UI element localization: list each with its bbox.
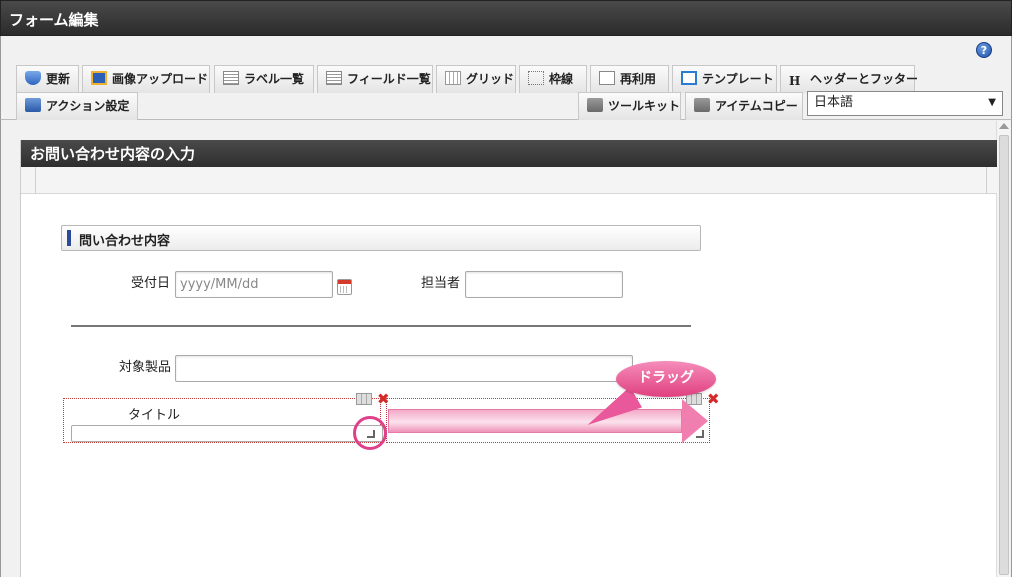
highlight-circle xyxy=(353,416,387,450)
product-label: 対象製品 xyxy=(119,360,172,375)
calendar-icon[interactable] xyxy=(337,279,352,295)
received-date-field[interactable]: yyyy/MM/dd xyxy=(175,271,333,298)
assignee-field[interactable] xyxy=(465,271,623,298)
header-footer-icon: H xyxy=(789,74,801,88)
section-heading[interactable]: 問い合わせ内容 xyxy=(61,225,701,251)
assignee-label: 担当者 xyxy=(421,276,461,291)
table-icon[interactable] xyxy=(356,393,372,405)
subheader-divider-right xyxy=(986,167,987,194)
tab-header-footer[interactable]: H ヘッダーとフッター xyxy=(780,65,919,93)
tab-image-upload-label: 画像アップロード xyxy=(112,72,209,86)
image-upload-icon xyxy=(91,71,107,85)
drag-arrow xyxy=(388,409,682,433)
title-label: タイトル xyxy=(128,408,181,423)
title-field[interactable] xyxy=(71,425,383,442)
tab-toolkit[interactable]: ツールキット xyxy=(578,92,681,120)
tab-label-list-label: ラベル一覧 xyxy=(244,72,305,86)
label-list-icon xyxy=(223,71,239,85)
dropdown-arrow-icon: ▼ xyxy=(988,97,996,108)
help-icon[interactable]: ? xyxy=(976,42,992,58)
tab-reuse[interactable]: 再利用 xyxy=(590,65,669,93)
tab-toolkit-label: ツールキット xyxy=(608,99,681,113)
product-field[interactable] xyxy=(175,355,633,382)
tab-action-settings[interactable]: アクション設定 xyxy=(16,92,138,120)
tab-border-label: 枠線 xyxy=(549,72,574,86)
form-editor-toolbar: 更新 画像アップロード ラベル一覧 フィールド一覧 グリッド 枠線 再利用 テン… xyxy=(0,62,1012,120)
refresh-icon xyxy=(25,71,41,85)
tab-template[interactable]: テンプレート xyxy=(672,65,777,93)
language-selected-value: 日本語 xyxy=(814,95,854,110)
tab-border[interactable]: 枠線 xyxy=(519,65,587,93)
tab-refresh-label: 更新 xyxy=(46,72,71,86)
page-header: お問い合わせ内容の入力 xyxy=(21,140,997,167)
subheader-divider-left xyxy=(35,167,36,194)
tab-grid-label: グリッド xyxy=(466,72,515,86)
delete-icon: ✖ xyxy=(707,390,720,408)
horizontal-divider xyxy=(71,325,691,327)
vertical-scrollbar[interactable] xyxy=(996,121,1010,577)
tab-refresh[interactable]: 更新 xyxy=(16,65,79,93)
action-icon xyxy=(25,98,41,112)
tab-label-list[interactable]: ラベル一覧 xyxy=(214,65,314,93)
template-icon xyxy=(681,71,697,85)
delete-icon[interactable]: ✖ xyxy=(377,392,390,407)
drag-callout: ドラッグ xyxy=(616,361,716,397)
border-icon xyxy=(528,71,544,85)
tab-reuse-label: 再利用 xyxy=(620,72,657,86)
resize-handle-icon xyxy=(696,430,704,438)
tab-grid[interactable]: グリッド xyxy=(436,65,516,93)
toolbox-icon xyxy=(587,98,603,112)
section-title: 問い合わせ内容 xyxy=(79,234,171,249)
section-marker xyxy=(67,230,71,246)
help-bar: ? xyxy=(0,36,1012,62)
tab-field-list-label: フィールド一覧 xyxy=(347,72,431,86)
scroll-up-icon[interactable] xyxy=(999,123,1009,129)
toolbox-icon xyxy=(694,98,710,112)
scroll-thumb[interactable] xyxy=(999,135,1009,575)
field-list-icon xyxy=(326,71,342,85)
reuse-icon xyxy=(599,71,615,85)
page-subheader xyxy=(21,167,997,194)
language-select[interactable]: 日本語 ▼ xyxy=(807,91,1003,116)
drag-arrow-head xyxy=(682,399,708,443)
tab-header-footer-label: ヘッダーとフッター xyxy=(810,72,919,86)
tab-action-settings-label: アクション設定 xyxy=(46,99,130,113)
tab-template-label: テンプレート xyxy=(702,72,774,86)
grid-icon xyxy=(445,71,461,85)
tab-item-copy[interactable]: アイテムコピー xyxy=(685,92,803,120)
tab-field-list[interactable]: フィールド一覧 xyxy=(317,65,433,93)
received-date-label: 受付日 xyxy=(131,276,171,291)
tab-item-copy-label: アイテムコピー xyxy=(715,99,798,113)
window-title: フォーム編集 xyxy=(0,0,1012,36)
tab-image-upload[interactable]: 画像アップロード xyxy=(82,65,210,93)
